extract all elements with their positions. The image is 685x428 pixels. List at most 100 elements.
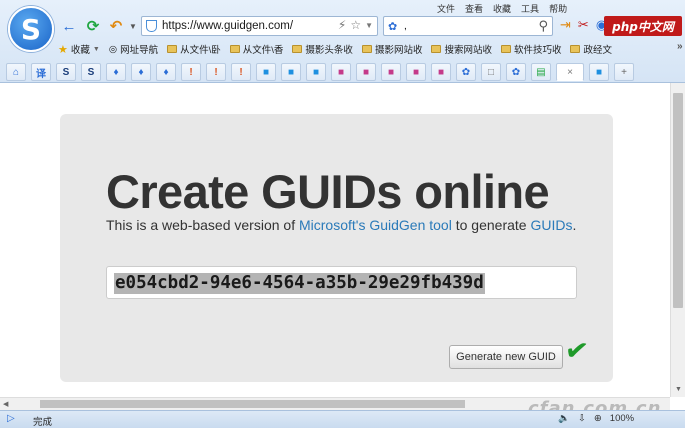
tab-page[interactable]: ■ xyxy=(431,63,451,81)
tab-page[interactable]: ♦ xyxy=(156,63,176,81)
tab-page[interactable]: ! xyxy=(181,63,201,81)
back-arrow-icon[interactable]: ← xyxy=(60,17,78,35)
bookmark-label: 收藏 xyxy=(70,45,90,56)
scissors-icon[interactable]: ✂ xyxy=(578,17,589,33)
tab-page[interactable]: ■ xyxy=(589,63,609,81)
folder-icon xyxy=(167,45,178,53)
guids-link[interactable]: GUIDs xyxy=(530,217,572,233)
tab-active-close-icon[interactable]: × xyxy=(556,63,584,81)
undo-icon[interactable]: ↶ xyxy=(107,17,125,35)
hero-panel: Create GUIDs online This is a web-based … xyxy=(60,114,613,382)
vertical-scrollbar-thumb[interactable] xyxy=(673,93,683,308)
chevron-down-icon[interactable]: ▼ xyxy=(124,17,142,35)
bookmark-item[interactable]: 从文件\香 xyxy=(229,41,284,57)
chevron-down-icon[interactable]: ▼ xyxy=(365,21,373,32)
tab-page[interactable]: ■ xyxy=(406,63,426,81)
bookmark-label: 摄影头条收 xyxy=(305,45,353,56)
shield-icon xyxy=(146,20,157,32)
folder-icon xyxy=(229,45,240,53)
browser-logo-icon[interactable]: S xyxy=(8,6,54,52)
lead-text: . xyxy=(572,217,577,233)
bookmark-label: 摄影网站收 xyxy=(374,45,423,56)
tab-home[interactable]: ⌂ xyxy=(6,63,26,81)
star-icon[interactable]: ☆ xyxy=(350,18,361,32)
generate-guid-button[interactable]: Generate new GUID xyxy=(449,345,563,369)
tab-page[interactable]: ■ xyxy=(356,63,376,81)
tab-page[interactable]: S xyxy=(56,63,76,81)
tab-page[interactable]: ■ xyxy=(306,63,326,81)
bookmark-label: 政经文 xyxy=(583,45,612,56)
tab-page[interactable]: □ xyxy=(481,63,501,81)
guidgen-tool-link[interactable]: Microsoft's GuidGen tool xyxy=(299,217,452,233)
tab-page[interactable]: ! xyxy=(206,63,226,81)
tab-page[interactable]: ♦ xyxy=(131,63,151,81)
page-lead: This is a web-based version of Microsoft… xyxy=(106,217,576,233)
folder-icon xyxy=(500,45,511,53)
bookmark-item[interactable]: 搜索网站收 xyxy=(431,41,492,57)
tab-page[interactable]: ♦ xyxy=(106,63,126,81)
zoom-level[interactable]: 100% xyxy=(610,413,634,424)
tab-translate[interactable]: 译 xyxy=(31,63,51,81)
menu-bar-item[interactable]: 工具 xyxy=(521,2,539,14)
folder-icon xyxy=(570,45,581,53)
guid-field[interactable]: e054cbd2-94e6-4564-a35b-29e29fb439d xyxy=(106,266,577,299)
guid-value[interactable]: e054cbd2-94e6-4564-a35b-29e29fb439d xyxy=(114,273,485,294)
menu-bar-item[interactable]: 文件 xyxy=(437,2,455,14)
menu-bar-item[interactable]: 查看 xyxy=(465,2,483,14)
download-icon[interactable]: ⇩ xyxy=(578,413,586,424)
zoom-icon[interactable]: ⊕ xyxy=(594,413,602,424)
bookmarks-more-button[interactable]: » xyxy=(677,41,683,52)
new-tab-button[interactable]: + xyxy=(614,63,634,81)
bookmark-item[interactable]: ◎ 网址导航 xyxy=(109,41,158,57)
search-input[interactable] xyxy=(404,19,529,33)
folder-icon xyxy=(292,45,303,53)
menu-bar-item[interactable]: 收藏 xyxy=(493,2,511,14)
bookmarks-bar: ★ 收藏 ▼ ◎ 网址导航 从文件\卧 从文件\香 摄影头条收 摄影网站收 搜索网站收… xyxy=(58,41,612,57)
status-text: 完成 xyxy=(33,417,53,428)
address-url[interactable]: https://www.guidgen.com/ xyxy=(162,20,293,32)
tab-page[interactable]: S xyxy=(81,63,101,81)
bookmark-label: 从文件\香 xyxy=(242,45,284,56)
tab-page[interactable]: ■ xyxy=(381,63,401,81)
brand-logo: php中文网 xyxy=(604,16,682,36)
address-bar[interactable]: https://www.guidgen.com/ ⚡ ☆ ▼ xyxy=(141,16,378,36)
bookmark-label: 网址导航 xyxy=(120,45,159,56)
bookmark-item[interactable]: 软件技巧收 xyxy=(500,41,562,57)
scroll-left-icon[interactable]: ◀ xyxy=(3,400,8,408)
tab-page[interactable]: ■ xyxy=(281,63,301,81)
tab-page[interactable]: ■ xyxy=(331,63,351,81)
bookmark-item[interactable]: 从文件\卧 xyxy=(167,41,221,57)
horizontal-scrollbar-thumb[interactable] xyxy=(40,400,465,408)
checkmark-icon: ✔ xyxy=(562,333,591,368)
bookmark-item[interactable]: 摄影网站收 xyxy=(361,41,423,57)
toolbar-tools: ⇥ ✂ ◉ xyxy=(560,17,607,33)
bookmark-item[interactable]: 摄影头条收 xyxy=(292,41,353,57)
vertical-scrollbar[interactable]: ▼ xyxy=(670,83,685,397)
menu-bar-item[interactable]: 帮助 xyxy=(549,2,567,14)
search-icon[interactable]: ⚲ xyxy=(538,18,548,34)
bookmark-label: 软件技巧收 xyxy=(513,45,562,56)
login-icon[interactable]: ⇥ xyxy=(560,17,571,33)
bookmark-favorites[interactable]: ★ 收藏 ▼ xyxy=(58,41,100,57)
lead-text: to generate xyxy=(451,217,531,233)
lightning-icon[interactable]: ⚡ xyxy=(338,18,346,32)
scroll-down-icon[interactable]: ▼ xyxy=(675,386,682,393)
speaker-icon[interactable]: 🔈 xyxy=(558,413,570,424)
page-content: Create GUIDs online This is a web-based … xyxy=(0,83,670,397)
star-icon: ★ xyxy=(58,43,68,56)
folder-icon xyxy=(361,45,372,53)
bookmark-item[interactable]: 政经文 xyxy=(570,41,612,57)
tab-page[interactable]: ! xyxy=(231,63,251,81)
globe-icon: ◎ xyxy=(108,43,118,55)
tab-page[interactable]: ✿ xyxy=(506,63,526,81)
search-bar: ✿ ⚲ xyxy=(383,16,553,36)
tab-page[interactable]: ■ xyxy=(256,63,276,81)
refresh-icon[interactable]: ⟳ xyxy=(84,17,102,35)
baidu-paw-icon[interactable]: ✿ xyxy=(388,20,397,33)
folder-icon xyxy=(431,45,442,53)
tab-page[interactable]: ▤ xyxy=(531,63,551,81)
tab-strip: ⌂ 译 S S ♦ ♦ ♦ ! ! ! ■ ■ ■ ■ ■ ■ ■ ■ ✿ □ … xyxy=(0,61,685,83)
bookmark-label: 从文件\卧 xyxy=(180,45,221,56)
sidebar-toggle-icon[interactable]: ▷ xyxy=(7,413,15,424)
tab-page[interactable]: ✿ xyxy=(456,63,476,81)
